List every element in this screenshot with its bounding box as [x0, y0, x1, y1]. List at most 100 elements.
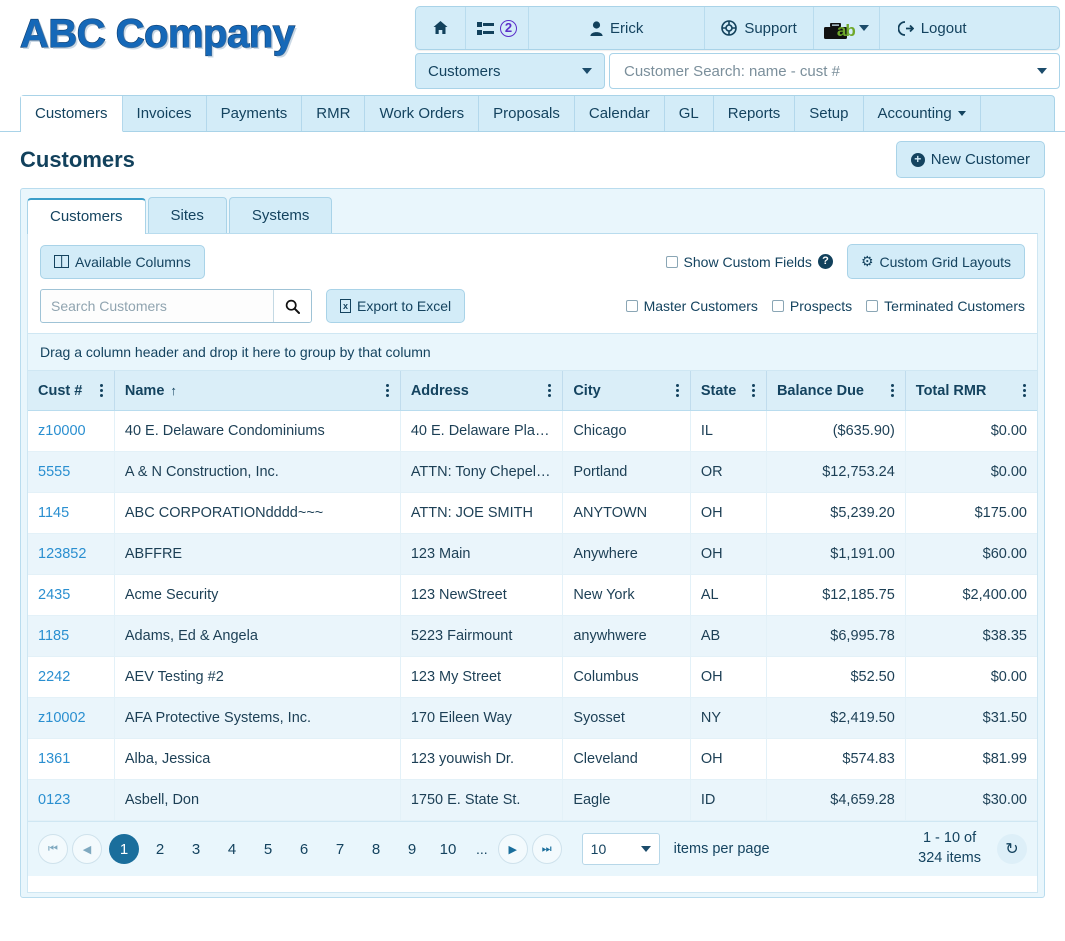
chevron-down-icon[interactable] [858, 25, 869, 31]
cell-cust[interactable]: 1145 [28, 492, 115, 534]
page-number-button[interactable]: 5 [253, 834, 283, 864]
page-number-button[interactable]: 2 [145, 834, 175, 864]
table-row[interactable]: 1185 Adams, Ed & Angela 5223 Fairmount anyw… [28, 615, 1037, 657]
filter-checkbox-master-customers[interactable]: Master Customers [625, 298, 758, 314]
cell-text: $52.50 [850, 669, 895, 685]
column-header-city[interactable]: City [562, 371, 691, 411]
table-row[interactable]: 5555 A & N Construction, Inc. ATTN: Tony C… [28, 451, 1037, 493]
nav-tab-setup[interactable]: Setup [795, 96, 864, 131]
column-header-balance-due[interactable]: Balance Due [766, 371, 906, 411]
nav-tab-reports[interactable]: Reports [714, 96, 796, 131]
page-number-button[interactable]: 7 [325, 834, 355, 864]
available-columns-button[interactable]: Available Columns [40, 244, 205, 279]
customer-number-link[interactable]: 1145 [38, 505, 69, 521]
export-to-excel-button[interactable]: x Export to Excel [326, 289, 466, 323]
help-icon[interactable]: ? [817, 254, 833, 269]
customer-number-link[interactable]: 1361 [38, 751, 70, 767]
global-search-box[interactable] [609, 53, 1060, 89]
table-row[interactable]: 2242 AEV Testing #2 123 My Street Columbus O… [28, 656, 1037, 698]
column-header-name[interactable]: Name ↑ [114, 371, 401, 411]
cell-cust[interactable]: z10002 [28, 697, 115, 739]
customer-number-link[interactable]: 5555 [38, 464, 70, 480]
page-number-button[interactable]: 10 [433, 834, 463, 864]
filter-checkbox-terminated-customers[interactable]: Terminated Customers [866, 298, 1025, 314]
nav-tab-payments[interactable]: Payments [207, 96, 303, 131]
new-customer-button[interactable]: + New Customer [895, 141, 1045, 178]
chevron-down-icon[interactable] [1037, 68, 1047, 74]
customer-number-link[interactable]: 0123 [38, 792, 70, 808]
nav-tab-proposals[interactable]: Proposals [479, 96, 575, 131]
cell-text: Chicago [573, 423, 627, 439]
page-number-button[interactable]: 4 [217, 834, 247, 864]
customer-number-link[interactable]: z10000 [38, 423, 86, 439]
nav-tab-customers[interactable]: Customers [21, 96, 123, 132]
next-page-button[interactable]: ▶ [497, 834, 528, 864]
briefcase-menu-button[interactable]: ab [814, 7, 880, 49]
panel-tab-sites[interactable]: Sites [147, 197, 227, 233]
column-menu-icon[interactable] [99, 382, 104, 399]
global-search-input[interactable] [622, 61, 1037, 81]
last-page-button[interactable]: ⏭ [531, 834, 562, 864]
column-menu-icon[interactable] [548, 382, 552, 399]
column-header-state[interactable]: State [690, 371, 767, 411]
page-number-button[interactable]: 1 [109, 834, 139, 864]
nav-tab-calendar[interactable]: Calendar [575, 96, 665, 131]
search-customers-input[interactable] [41, 290, 273, 322]
column-menu-icon[interactable] [675, 382, 680, 399]
user-menu-button[interactable]: Erick [529, 7, 706, 49]
table-row[interactable]: 2435 Acme Security 123 NewStreet New York AL… [28, 574, 1037, 616]
cell-cust[interactable]: 123852 [28, 533, 115, 575]
page-number-button[interactable]: 3 [181, 834, 211, 864]
custom-grid-layouts-button[interactable]: ⚙ Custom Grid Layouts [846, 244, 1025, 279]
cell-cust[interactable]: 5555 [28, 451, 115, 493]
support-button[interactable]: Support [705, 7, 814, 49]
customer-number-link[interactable]: 2242 [38, 669, 70, 685]
cell-cust[interactable]: 2242 [28, 656, 115, 698]
nav-tab-work-orders[interactable]: Work Orders [365, 96, 480, 131]
group-by-dropzone[interactable]: Drag a column header and drop it here to… [28, 333, 1037, 371]
table-row[interactable]: 1145 ABC CORPORATIONdddd~~~ ATTN: JOE SMIT… [28, 492, 1037, 534]
page-size-select[interactable]: 10 [581, 833, 660, 865]
customer-number-link[interactable]: 1185 [38, 628, 69, 644]
table-row[interactable]: 0123 Asbell, Don 1750 E. State St. Eagle ID $… [28, 779, 1037, 821]
filter-checkbox-prospects[interactable]: Prospects [771, 298, 852, 314]
tasks-button[interactable]: 2 [466, 7, 529, 49]
table-row[interactable]: z10002 AFA Protective Systems, Inc. 170 Ei… [28, 697, 1037, 739]
cell-cust[interactable]: 2435 [28, 574, 115, 616]
first-page-button[interactable]: ⏮ [38, 834, 68, 864]
search-scope-select[interactable]: Customers [415, 53, 605, 89]
page-number-button[interactable]: 6 [289, 834, 319, 864]
column-header-cust[interactable]: Cust # [28, 371, 115, 411]
cell-cust[interactable]: 1361 [28, 738, 115, 780]
search-button[interactable] [273, 290, 311, 322]
home-button[interactable] [416, 7, 466, 49]
page-number-button[interactable]: 8 [361, 834, 391, 864]
column-menu-icon[interactable] [1023, 382, 1027, 399]
customer-number-link[interactable]: 123852 [38, 546, 86, 562]
column-header-address[interactable]: Address [400, 371, 564, 411]
nav-tab-invoices[interactable]: Invoices [123, 96, 207, 131]
table-row[interactable]: 1361 Alba, Jessica 123 youwish Dr. Clevelan… [28, 738, 1037, 780]
prev-page-button[interactable]: ◀ [72, 834, 102, 864]
refresh-button[interactable]: ↻ [997, 834, 1027, 864]
panel-tab-systems[interactable]: Systems [228, 197, 333, 233]
cell-cust[interactable]: z10000 [28, 410, 115, 452]
cell-cust[interactable]: 1185 [28, 615, 115, 657]
table-row[interactable]: z10000 40 E. Delaware Condominiums 40 E. D… [28, 410, 1037, 452]
logout-button[interactable]: Logout [880, 7, 1059, 49]
grid-search-box[interactable] [40, 289, 312, 323]
nav-tab-accounting[interactable]: Accounting [864, 96, 981, 131]
cell-cust[interactable]: 0123 [28, 779, 115, 821]
column-menu-icon[interactable] [385, 382, 390, 399]
show-custom-fields-checkbox[interactable]: Show Custom Fields ? [665, 254, 833, 270]
panel-tab-customers[interactable]: Customers [27, 198, 146, 234]
table-row[interactable]: 123852 ABFFRE 123 Main Anywhere OH $1,191.00 $… [28, 533, 1037, 575]
column-header-total-rmr[interactable]: Total RMR [905, 371, 1037, 411]
customer-number-link[interactable]: 2435 [38, 587, 70, 603]
column-menu-icon[interactable] [751, 382, 756, 399]
page-number-button[interactable]: 9 [397, 834, 427, 864]
nav-tab-rmr[interactable]: RMR [302, 96, 366, 131]
customer-number-link[interactable]: z10002 [38, 710, 86, 726]
nav-tab-gl[interactable]: GL [665, 96, 714, 131]
column-menu-icon[interactable] [890, 382, 895, 399]
